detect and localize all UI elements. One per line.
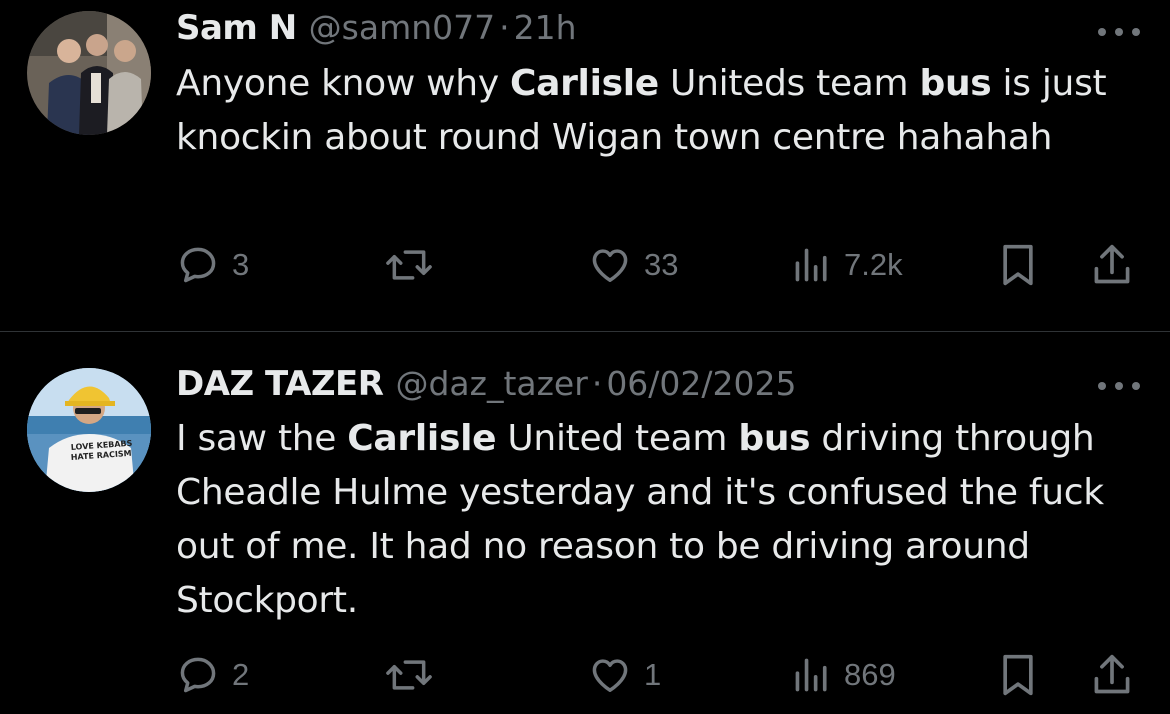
display-name[interactable]: DAZ TAZER bbox=[176, 364, 384, 404]
bookmark-icon bbox=[1003, 654, 1033, 696]
user-handle[interactable]: @daz_tazer bbox=[395, 364, 587, 403]
bar-chart-icon bbox=[795, 658, 827, 692]
avatar-image: LOVE KEBABS HATE RACISM bbox=[27, 368, 151, 492]
bookmark-button[interactable] bbox=[996, 650, 1040, 700]
more-dots-icon[interactable] bbox=[1098, 376, 1140, 396]
views-button[interactable]: 869 bbox=[792, 650, 896, 700]
heart-icon bbox=[592, 659, 628, 692]
repost-arrows-icon bbox=[386, 660, 432, 690]
share-upload-icon bbox=[1094, 654, 1130, 694]
reply-button[interactable]: 2 bbox=[176, 650, 249, 700]
view-count: 869 bbox=[844, 657, 896, 692]
separator-dot: · bbox=[591, 364, 603, 403]
repost-button[interactable] bbox=[383, 650, 447, 700]
tweet[interactable]: LOVE KEBABS HATE RACISM DAZ TAZER @daz_t… bbox=[0, 0, 1170, 714]
tweet-header: DAZ TAZER @daz_tazer · 06/02/2025 bbox=[176, 364, 797, 408]
timestamp[interactable]: 06/02/2025 bbox=[606, 364, 796, 403]
reply-count: 2 bbox=[232, 657, 250, 692]
share-button[interactable] bbox=[1090, 650, 1134, 700]
avatar[interactable]: LOVE KEBABS HATE RACISM bbox=[27, 368, 151, 492]
like-count: 1 bbox=[644, 657, 662, 692]
speech-bubble-icon bbox=[180, 657, 216, 693]
tweet-actions: 2 1 869 bbox=[0, 650, 1170, 700]
tweet-text: I saw the Carlisle United team bus drivi… bbox=[176, 418, 1104, 621]
like-button[interactable]: 1 bbox=[588, 650, 661, 700]
